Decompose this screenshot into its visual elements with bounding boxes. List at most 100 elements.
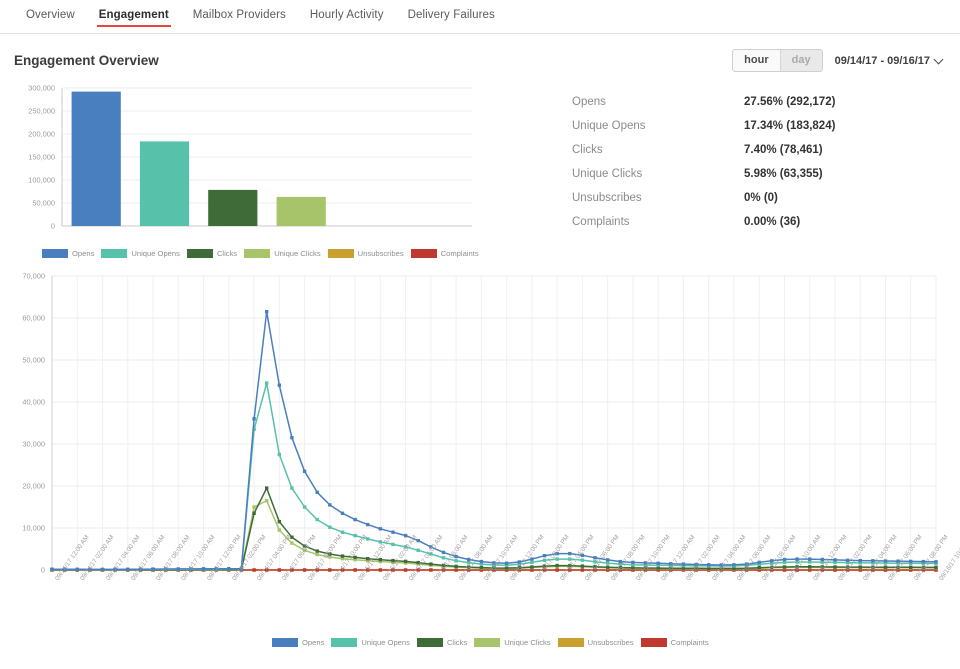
data-point[interactable] [884,566,887,569]
tab-mailbox-providers[interactable]: Mailbox Providers [181,0,298,29]
data-point[interactable] [379,568,382,571]
data-point[interactable] [303,505,306,508]
data-point[interactable] [328,526,331,529]
data-point[interactable] [379,527,382,530]
data-point[interactable] [454,568,457,571]
data-point[interactable] [505,566,508,569]
data-point[interactable] [808,565,811,568]
data-point[interactable] [177,567,180,570]
granularity-day-button[interactable]: day [780,50,822,71]
data-point[interactable] [530,565,533,568]
data-point[interactable] [758,561,761,564]
data-point[interactable] [290,486,293,489]
bar[interactable] [208,190,257,226]
data-point[interactable] [101,568,104,571]
legend-item[interactable]: Unique Opens [331,638,410,647]
tab-delivery-failures[interactable]: Delivery Failures [396,0,507,29]
data-point[interactable] [341,554,344,557]
data-point[interactable] [328,503,331,506]
data-point[interactable] [657,566,660,569]
data-point[interactable] [151,567,154,570]
data-point[interactable] [303,568,306,571]
data-point[interactable] [555,568,558,571]
data-point[interactable] [732,563,735,566]
data-point[interactable] [417,549,420,552]
data-point[interactable] [227,567,230,570]
data-point[interactable] [278,453,281,456]
data-point[interactable] [454,565,457,568]
data-point[interactable] [555,564,558,567]
data-point[interactable] [265,310,268,313]
bar[interactable] [140,141,189,226]
data-point[interactable] [783,565,786,568]
data-point[interactable] [252,568,255,571]
data-point[interactable] [581,568,584,571]
data-point[interactable] [833,565,836,568]
granularity-hour-button[interactable]: hour [733,50,779,71]
data-point[interactable] [606,561,609,564]
data-point[interactable] [631,566,634,569]
data-point[interactable] [884,559,887,562]
data-point[interactable] [126,568,129,571]
data-point[interactable] [909,566,912,569]
data-point[interactable] [341,512,344,515]
bar[interactable] [72,92,121,226]
legend-item[interactable]: Complaints [641,638,709,647]
data-point[interactable] [353,534,356,537]
data-point[interactable] [265,486,268,489]
data-point[interactable] [454,559,457,562]
legend-item[interactable]: Unsubscribes [328,249,404,258]
data-point[interactable] [859,559,862,562]
data-point[interactable] [808,560,811,563]
data-point[interactable] [391,531,394,534]
data-point[interactable] [278,568,281,571]
data-point[interactable] [265,499,268,502]
data-point[interactable] [366,523,369,526]
granularity-toggle[interactable]: hour day [732,49,822,72]
data-point[interactable] [480,566,483,569]
data-point[interactable] [76,568,79,571]
data-point[interactable] [934,566,937,569]
data-point[interactable] [429,562,432,565]
legend-item[interactable]: Unique Opens [101,249,180,258]
data-point[interactable] [353,518,356,521]
data-point[interactable] [316,553,319,556]
data-point[interactable] [404,568,407,571]
data-point[interactable] [391,543,394,546]
data-point[interactable] [265,381,268,384]
data-point[interactable] [783,561,786,564]
data-point[interactable] [606,566,609,569]
tab-overview[interactable]: Overview [14,0,87,29]
data-point[interactable] [606,558,609,561]
legend-item[interactable]: Clicks [417,638,467,647]
data-point[interactable] [353,568,356,571]
data-point[interactable] [707,563,710,566]
data-point[interactable] [290,541,293,544]
data-point[interactable] [581,558,584,561]
data-point[interactable] [278,528,281,531]
data-point[interactable] [657,562,660,565]
bar[interactable] [277,197,326,226]
data-point[interactable] [934,560,937,563]
data-point[interactable] [581,564,584,567]
date-range-picker[interactable]: 09/14/17 - 09/16/17 [835,55,944,67]
data-point[interactable] [252,505,255,508]
data-point[interactable] [341,531,344,534]
data-point[interactable] [909,560,912,563]
legend-item[interactable]: Clicks [187,249,237,258]
tab-hourly-activity[interactable]: Hourly Activity [298,0,396,29]
data-point[interactable] [278,384,281,387]
data-point[interactable] [530,561,533,564]
data-point[interactable] [290,436,293,439]
data-point[interactable] [252,417,255,420]
data-point[interactable] [303,470,306,473]
data-point[interactable] [50,568,53,571]
data-point[interactable] [328,568,331,571]
legend-item[interactable]: Unsubscribes [558,638,634,647]
data-point[interactable] [404,560,407,563]
legend-item[interactable]: Complaints [411,249,479,258]
data-point[interactable] [252,512,255,515]
legend-item[interactable]: Unique Clicks [244,249,320,258]
legend-item[interactable]: Opens [272,638,324,647]
data-point[interactable] [543,554,546,557]
